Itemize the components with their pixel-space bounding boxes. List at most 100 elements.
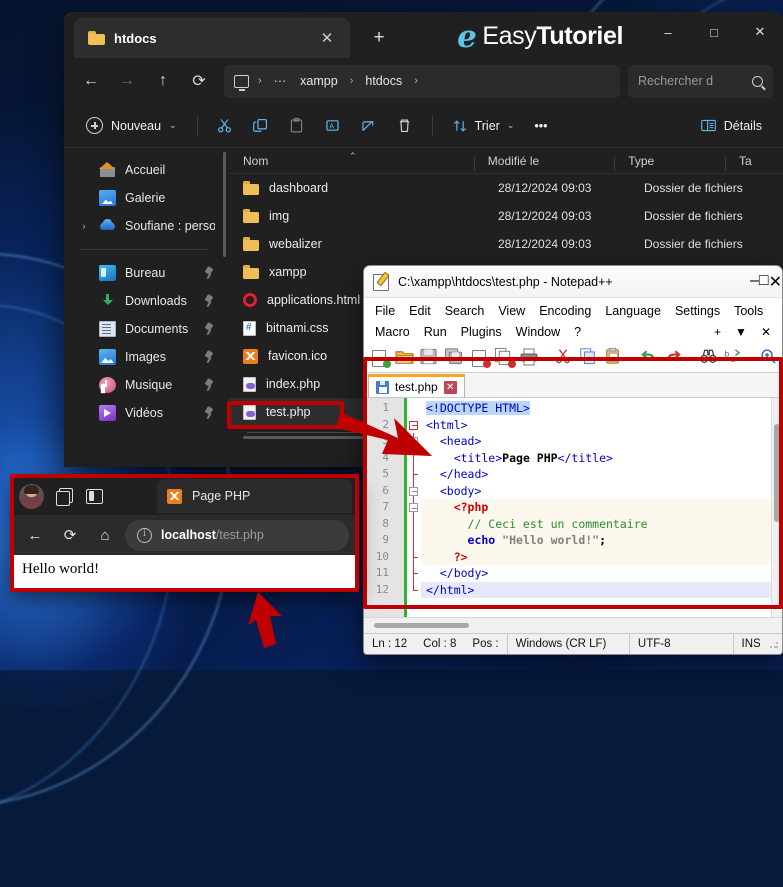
- copy-button[interactable]: [579, 347, 602, 369]
- sidebar-item-bureau[interactable]: Bureau: [72, 259, 221, 287]
- breadcrumb[interactable]: › ··· xampp › htdocs ›: [224, 64, 620, 98]
- sidebar-item-accueil[interactable]: Accueil: [72, 156, 221, 184]
- tab-stack-icon[interactable]: [55, 486, 75, 506]
- site-info-icon[interactable]: [137, 527, 152, 543]
- minimize-button[interactable]: –: [645, 12, 691, 52]
- menu-search[interactable]: Search: [438, 302, 492, 320]
- editor-scrollbar-track[interactable]: [771, 398, 782, 617]
- menu-encoding[interactable]: Encoding: [532, 302, 598, 320]
- editor-horizontal-scrollbar-row[interactable]: [364, 617, 782, 633]
- column-header-size[interactable]: Ta: [724, 154, 783, 171]
- column-header-name[interactable]: Nom ⌃: [229, 151, 474, 168]
- column-header-type[interactable]: Type: [614, 154, 725, 171]
- close-button[interactable]: ✕: [769, 274, 782, 291]
- menu-macro[interactable]: Macro: [368, 323, 417, 341]
- replace-button[interactable]: ba: [724, 347, 747, 369]
- bookmark-margin[interactable]: [395, 398, 404, 617]
- new-button[interactable]: Nouveau ⌄: [76, 112, 187, 139]
- fold-toggle-icon[interactable]: [408, 503, 418, 512]
- sidebar-item-videos[interactable]: Vidéos: [72, 399, 221, 427]
- search-icon[interactable]: [752, 75, 763, 87]
- editor-vertical-scrollbar[interactable]: [774, 424, 780, 522]
- close-button[interactable]: ✕: [737, 12, 783, 52]
- close-icon[interactable]: ✕: [314, 25, 340, 51]
- save-button[interactable]: [419, 347, 442, 369]
- sort-button[interactable]: Trier ⌄: [443, 113, 524, 139]
- pin-icon[interactable]: [203, 379, 215, 392]
- split-panel-icon[interactable]: [86, 488, 103, 504]
- save-all-button[interactable]: [444, 347, 467, 369]
- minimize-button[interactable]: –: [750, 272, 759, 289]
- refresh-button[interactable]: ⟳: [182, 65, 216, 97]
- copy-button[interactable]: [244, 111, 278, 141]
- more-options-button[interactable]: •••: [525, 114, 556, 138]
- maximize-button[interactable]: □: [759, 272, 769, 289]
- menu-add-tab-button[interactable]: +: [707, 323, 728, 341]
- code-editor[interactable]: 1 2 3 4 5 6 7 8 9 10 11 12 <!DOCTYPE HTM…: [364, 398, 782, 617]
- new-tab-button[interactable]: +: [364, 24, 394, 52]
- pin-icon[interactable]: [203, 267, 215, 280]
- close-all-files-button[interactable]: [494, 347, 517, 369]
- sidebar-item-images[interactable]: Images: [72, 343, 221, 371]
- menu-edit[interactable]: Edit: [402, 302, 438, 320]
- menu-view[interactable]: View: [491, 302, 532, 320]
- sidebar-item-galerie[interactable]: Galerie: [72, 184, 221, 212]
- pin-icon[interactable]: [203, 295, 215, 308]
- forward-button[interactable]: →: [110, 65, 144, 97]
- close-file-button[interactable]: [469, 347, 492, 369]
- menu-help[interactable]: ?: [567, 323, 588, 341]
- monitor-icon[interactable]: [234, 74, 249, 91]
- table-row[interactable]: webalizer 28/12/2024 09:03 Dossier de fi…: [229, 230, 783, 258]
- find-button[interactable]: [699, 347, 722, 369]
- home-button[interactable]: ⌂: [90, 520, 120, 550]
- menu-close-tab-button[interactable]: ✕: [754, 323, 778, 341]
- up-button[interactable]: ↑: [146, 65, 180, 97]
- maximize-button[interactable]: □: [691, 12, 737, 52]
- sidebar-scrollbar[interactable]: [223, 152, 226, 257]
- rename-button[interactable]: A: [316, 111, 350, 141]
- fold-toggle-icon[interactable]: [408, 486, 418, 496]
- paste-button[interactable]: [280, 111, 314, 141]
- undo-button[interactable]: [639, 347, 662, 369]
- breadcrumb-item-xampp[interactable]: xampp: [295, 72, 343, 90]
- menu-window[interactable]: Window: [509, 323, 567, 341]
- table-row[interactable]: dashboard 28/12/2024 09:03 Dossier de fi…: [229, 174, 783, 202]
- breadcrumb-item-htdocs[interactable]: htdocs: [360, 72, 407, 90]
- breadcrumb-overflow[interactable]: ···: [269, 72, 292, 90]
- menu-file[interactable]: File: [368, 302, 402, 320]
- sidebar-item-onedrive[interactable]: › Soufiane : perso: [72, 212, 221, 240]
- address-bar[interactable]: localhost/test.php: [125, 519, 349, 551]
- menu-tools[interactable]: Tools: [727, 302, 770, 320]
- open-file-button[interactable]: [394, 347, 417, 369]
- menu-dropdown-button[interactable]: ▼: [728, 323, 754, 341]
- redo-button[interactable]: [664, 347, 687, 369]
- close-icon[interactable]: ✕: [443, 380, 457, 394]
- menu-language[interactable]: Language: [598, 302, 668, 320]
- cut-button[interactable]: [208, 111, 242, 141]
- new-file-button[interactable]: [369, 347, 392, 369]
- menu-settings[interactable]: Settings: [668, 302, 727, 320]
- table-row[interactable]: img 28/12/2024 09:03 Dossier de fichiers: [229, 202, 783, 230]
- column-header-modified[interactable]: Modifié le: [473, 154, 614, 171]
- sidebar-item-documents[interactable]: Documents: [72, 315, 221, 343]
- zoom-in-button[interactable]: [759, 347, 782, 369]
- fold-toggle-icon[interactable]: [408, 437, 418, 446]
- menu-plugins[interactable]: Plugins: [454, 323, 509, 341]
- sidebar-item-musique[interactable]: Musique: [72, 371, 221, 399]
- print-button[interactable]: [519, 347, 542, 369]
- fold-margin[interactable]: [407, 398, 421, 617]
- back-button[interactable]: ←: [74, 65, 108, 97]
- delete-button[interactable]: [388, 111, 422, 141]
- code-text-area[interactable]: <!DOCTYPE HTML> <html> <head> <title>Pag…: [421, 398, 782, 617]
- pin-icon[interactable]: [203, 323, 215, 336]
- pin-icon[interactable]: [203, 407, 215, 420]
- fold-toggle-icon[interactable]: [408, 420, 418, 430]
- cut-button[interactable]: [554, 347, 577, 369]
- refresh-button[interactable]: ⟳: [55, 520, 85, 550]
- back-button[interactable]: ←: [20, 520, 50, 550]
- search-input[interactable]: Rechercher d: [628, 64, 773, 98]
- chevron-right-icon[interactable]: ›: [78, 221, 90, 231]
- editor-horizontal-scrollbar[interactable]: [374, 623, 469, 628]
- pin-icon[interactable]: [203, 351, 215, 364]
- avatar[interactable]: [19, 483, 44, 509]
